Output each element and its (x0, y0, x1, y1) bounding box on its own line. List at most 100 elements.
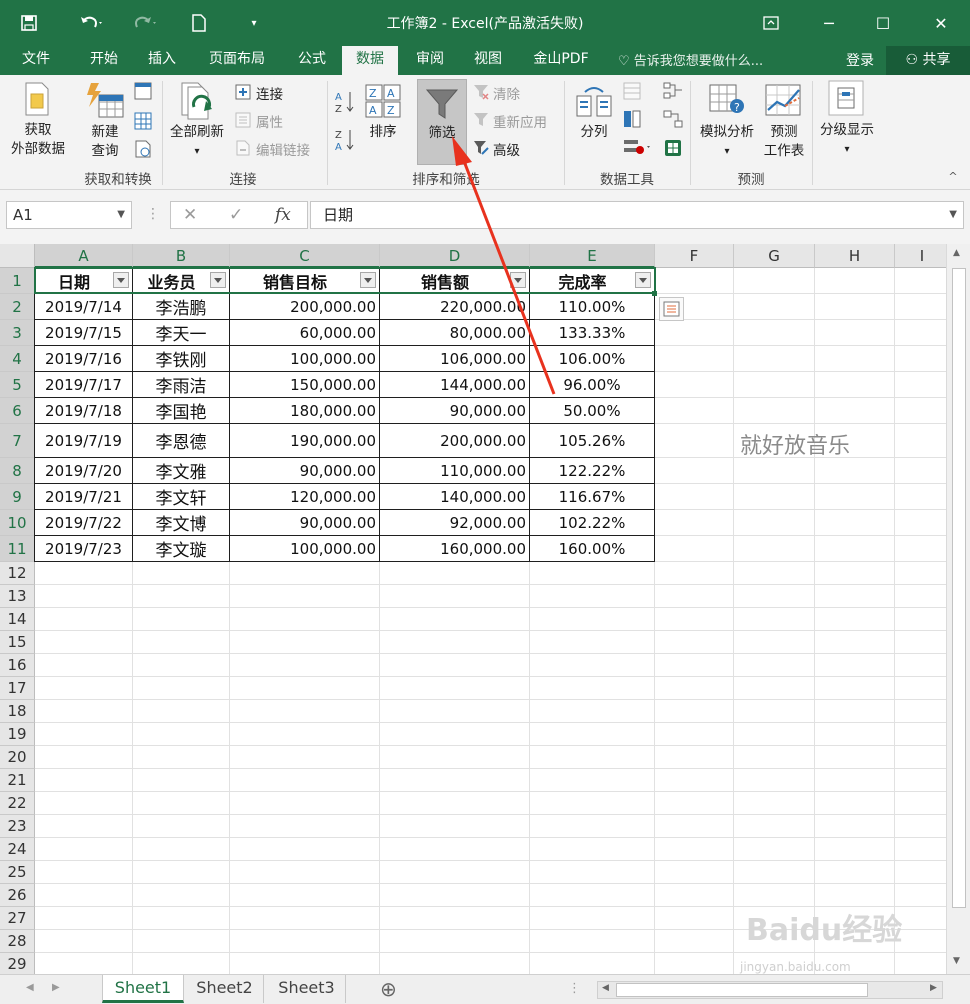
data-validation-icon[interactable] (622, 137, 654, 157)
edit-links-button[interactable]: 编辑链接 (256, 139, 310, 159)
row-header-14[interactable]: 14 (0, 608, 35, 631)
column-header-h[interactable]: H (815, 244, 895, 268)
table-cell[interactable]: 90,000.00 (230, 510, 379, 535)
row-header-20[interactable]: 20 (0, 746, 35, 769)
vertical-scroll-thumb[interactable] (952, 268, 966, 908)
table-cell[interactable]: 105.26% (530, 424, 654, 457)
tab-wps-pdf[interactable]: 金山PDF (526, 46, 596, 75)
tab-home[interactable]: 开始 (78, 46, 130, 75)
ribbon-display-icon[interactable] (748, 8, 794, 38)
table-cell[interactable]: 92,000.00 (380, 510, 529, 535)
table-cell[interactable]: 2019/7/14 (35, 294, 132, 319)
remove-duplicates-icon[interactable] (622, 109, 642, 129)
select-all-corner[interactable] (0, 244, 35, 268)
table-cell[interactable]: 李浩鹏 (133, 294, 229, 319)
table-cell[interactable]: 2019/7/18 (35, 398, 132, 423)
scroll-down-icon[interactable]: ▼ (953, 956, 960, 966)
row-header-29[interactable]: 29 (0, 953, 35, 974)
filter-button[interactable]: 筛选 (417, 79, 467, 165)
horizontal-scroll-thumb[interactable] (616, 983, 868, 997)
save-icon[interactable] (14, 10, 44, 36)
properties-button[interactable]: 属性 (256, 111, 283, 131)
table-cell[interactable]: 96.00% (530, 372, 654, 397)
worksheet-grid[interactable]: A B C D E F G H I 1 2 3 4 5 6 7 8 9 10 11 12 13 14 15 16 17 18 19 20… (0, 244, 946, 974)
table-cell[interactable]: 220,000.00 (380, 294, 529, 319)
outline-dropdown-icon[interactable]: ▾ (812, 140, 882, 159)
table-cell[interactable]: 李文雅 (133, 458, 229, 483)
advanced-button[interactable]: 高级 (493, 139, 520, 159)
confirm-entry-icon[interactable]: ✓ (229, 205, 243, 225)
table-cell[interactable]: 2019/7/23 (35, 536, 132, 561)
column-header-b[interactable]: B (133, 244, 230, 268)
table-cell[interactable]: 2019/7/20 (35, 458, 132, 483)
scroll-left-icon[interactable]: ◀ (602, 983, 609, 993)
table-cell[interactable]: 80,000.00 (380, 320, 529, 345)
row-header-7[interactable]: 7 (0, 424, 35, 458)
table-cell[interactable]: 100,000.00 (230, 536, 379, 561)
row-header-23[interactable]: 23 (0, 815, 35, 838)
redo-icon[interactable] (126, 10, 166, 36)
table-cell[interactable]: 李文璇 (133, 536, 229, 561)
name-box[interactable]: A1 ▼ (6, 201, 132, 229)
refresh-dropdown-icon[interactable]: ▾ (164, 142, 230, 161)
show-queries-icon[interactable] (133, 81, 153, 101)
tab-split-grip-icon[interactable]: ⋮ (568, 981, 581, 996)
tab-page-layout[interactable]: 页面布局 (198, 46, 276, 75)
table-cell[interactable]: 90,000.00 (380, 398, 529, 423)
table-cell[interactable]: 110.00% (530, 294, 654, 319)
column-header-f[interactable]: F (655, 244, 734, 268)
table-cell[interactable]: 李恩德 (133, 424, 229, 457)
table-cell[interactable]: 122.22% (530, 458, 654, 483)
row-header-28[interactable]: 28 (0, 930, 35, 953)
maximize-button[interactable]: ☐ (860, 8, 906, 38)
connections-button[interactable]: 连接 (256, 83, 283, 103)
table-cell[interactable]: 133.33% (530, 320, 654, 345)
clear-button[interactable]: 清除 (493, 83, 520, 103)
table-cell[interactable]: 106.00% (530, 346, 654, 371)
customize-toolbar-icon[interactable]: ▾ (244, 10, 264, 36)
table-cell[interactable]: 2019/7/15 (35, 320, 132, 345)
insert-function-icon[interactable]: fx (275, 205, 291, 225)
table-cell[interactable]: 144,000.00 (380, 372, 529, 397)
row-header-18[interactable]: 18 (0, 700, 35, 723)
table-cell[interactable]: 120,000.00 (230, 484, 379, 509)
fill-handle[interactable] (652, 291, 657, 296)
row-header-9[interactable]: 9 (0, 484, 35, 510)
row-header-5[interactable]: 5 (0, 372, 35, 398)
row-header-26[interactable]: 26 (0, 884, 35, 907)
what-if-dropdown-icon[interactable]: ▾ (694, 142, 760, 161)
relationships-icon[interactable] (662, 109, 684, 129)
manage-data-model-icon[interactable] (662, 137, 684, 159)
quick-analysis-icon[interactable] (659, 297, 684, 321)
sort-descending-icon[interactable]: ZA (334, 127, 356, 153)
row-header-16[interactable]: 16 (0, 654, 35, 677)
add-sheet-button[interactable]: ⊕ (380, 977, 397, 1001)
tab-data[interactable]: 数据 (342, 46, 398, 75)
table-cell[interactable]: 60,000.00 (230, 320, 379, 345)
minimize-button[interactable]: ─ (806, 8, 852, 38)
table-cell[interactable]: 102.22% (530, 510, 654, 535)
tab-file[interactable]: 文件 (10, 46, 62, 75)
scroll-sheets-right-icon[interactable]: ▶ (52, 982, 60, 993)
row-header-13[interactable]: 13 (0, 585, 35, 608)
horizontal-scrollbar[interactable]: ◀ ▶ (597, 981, 943, 999)
row-header-12[interactable]: 12 (0, 562, 35, 585)
cancel-entry-icon[interactable]: ✕ (183, 205, 197, 225)
table-cell[interactable]: 李天一 (133, 320, 229, 345)
table-cell[interactable]: 200,000.00 (380, 424, 529, 457)
table-cell[interactable]: 90,000.00 (230, 458, 379, 483)
sheet-tab-sheet3[interactable]: Sheet3 (268, 975, 346, 1003)
table-cell[interactable]: 190,000.00 (230, 424, 379, 457)
table-cell[interactable]: 200,000.00 (230, 294, 379, 319)
table-cell[interactable]: 2019/7/17 (35, 372, 132, 397)
row-header-10[interactable]: 10 (0, 510, 35, 536)
row-header-27[interactable]: 27 (0, 907, 35, 930)
row-header-2[interactable]: 2 (0, 294, 35, 320)
table-cell[interactable]: 2019/7/22 (35, 510, 132, 535)
table-cell[interactable]: 106,000.00 (380, 346, 529, 371)
row-header-6[interactable]: 6 (0, 398, 35, 424)
column-header-g[interactable]: G (734, 244, 815, 268)
table-cell[interactable]: 116.67% (530, 484, 654, 509)
row-header-22[interactable]: 22 (0, 792, 35, 815)
expand-formula-bar-icon[interactable]: ▼ (949, 202, 957, 228)
